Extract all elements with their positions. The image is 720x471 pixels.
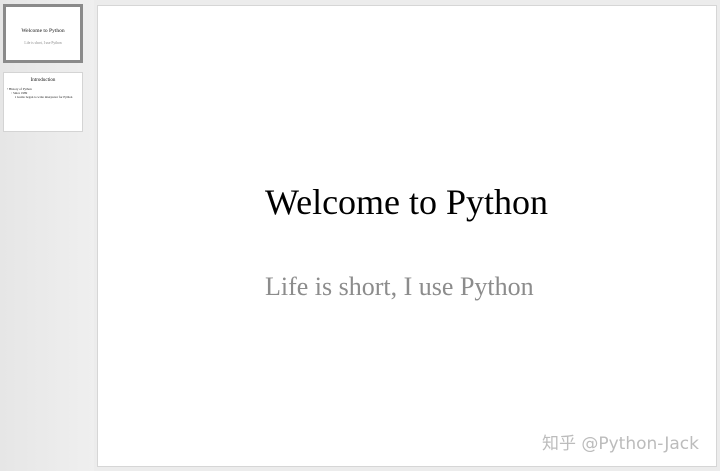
slide-title[interactable]: Welcome to Python [265, 181, 548, 223]
thumbnail-title: Introduction [30, 78, 56, 83]
watermark: 知乎 @Python-Jack [541, 434, 699, 454]
thumbnail-title: Welcome to Python [21, 28, 65, 34]
thumbnail-bullet-text: Guido began to write interpreter for Pyt… [16, 95, 73, 100]
slide-thumbnail-2[interactable]: Introduction • History of Python ◦ Since… [3, 72, 83, 132]
slide-subtitle[interactable]: Life is short, I use Python [265, 272, 534, 302]
slide-thumbnail-1[interactable]: Welcome to Python Life is short, I use P… [3, 4, 83, 63]
slide-thumbnail-panel: Welcome to Python Life is short, I use P… [0, 0, 94, 471]
thumbnail-bullet: ▪ Guido began to write interpreter for P… [15, 95, 73, 100]
thumbnail-bullet-list: • History of Python ◦ Since 1989 ▪ Guido… [7, 87, 80, 100]
slide-canvas[interactable]: Welcome to Python Life is short, I use P… [97, 5, 717, 467]
thumbnail-subtitle: Life is short, I use Python [24, 41, 62, 45]
